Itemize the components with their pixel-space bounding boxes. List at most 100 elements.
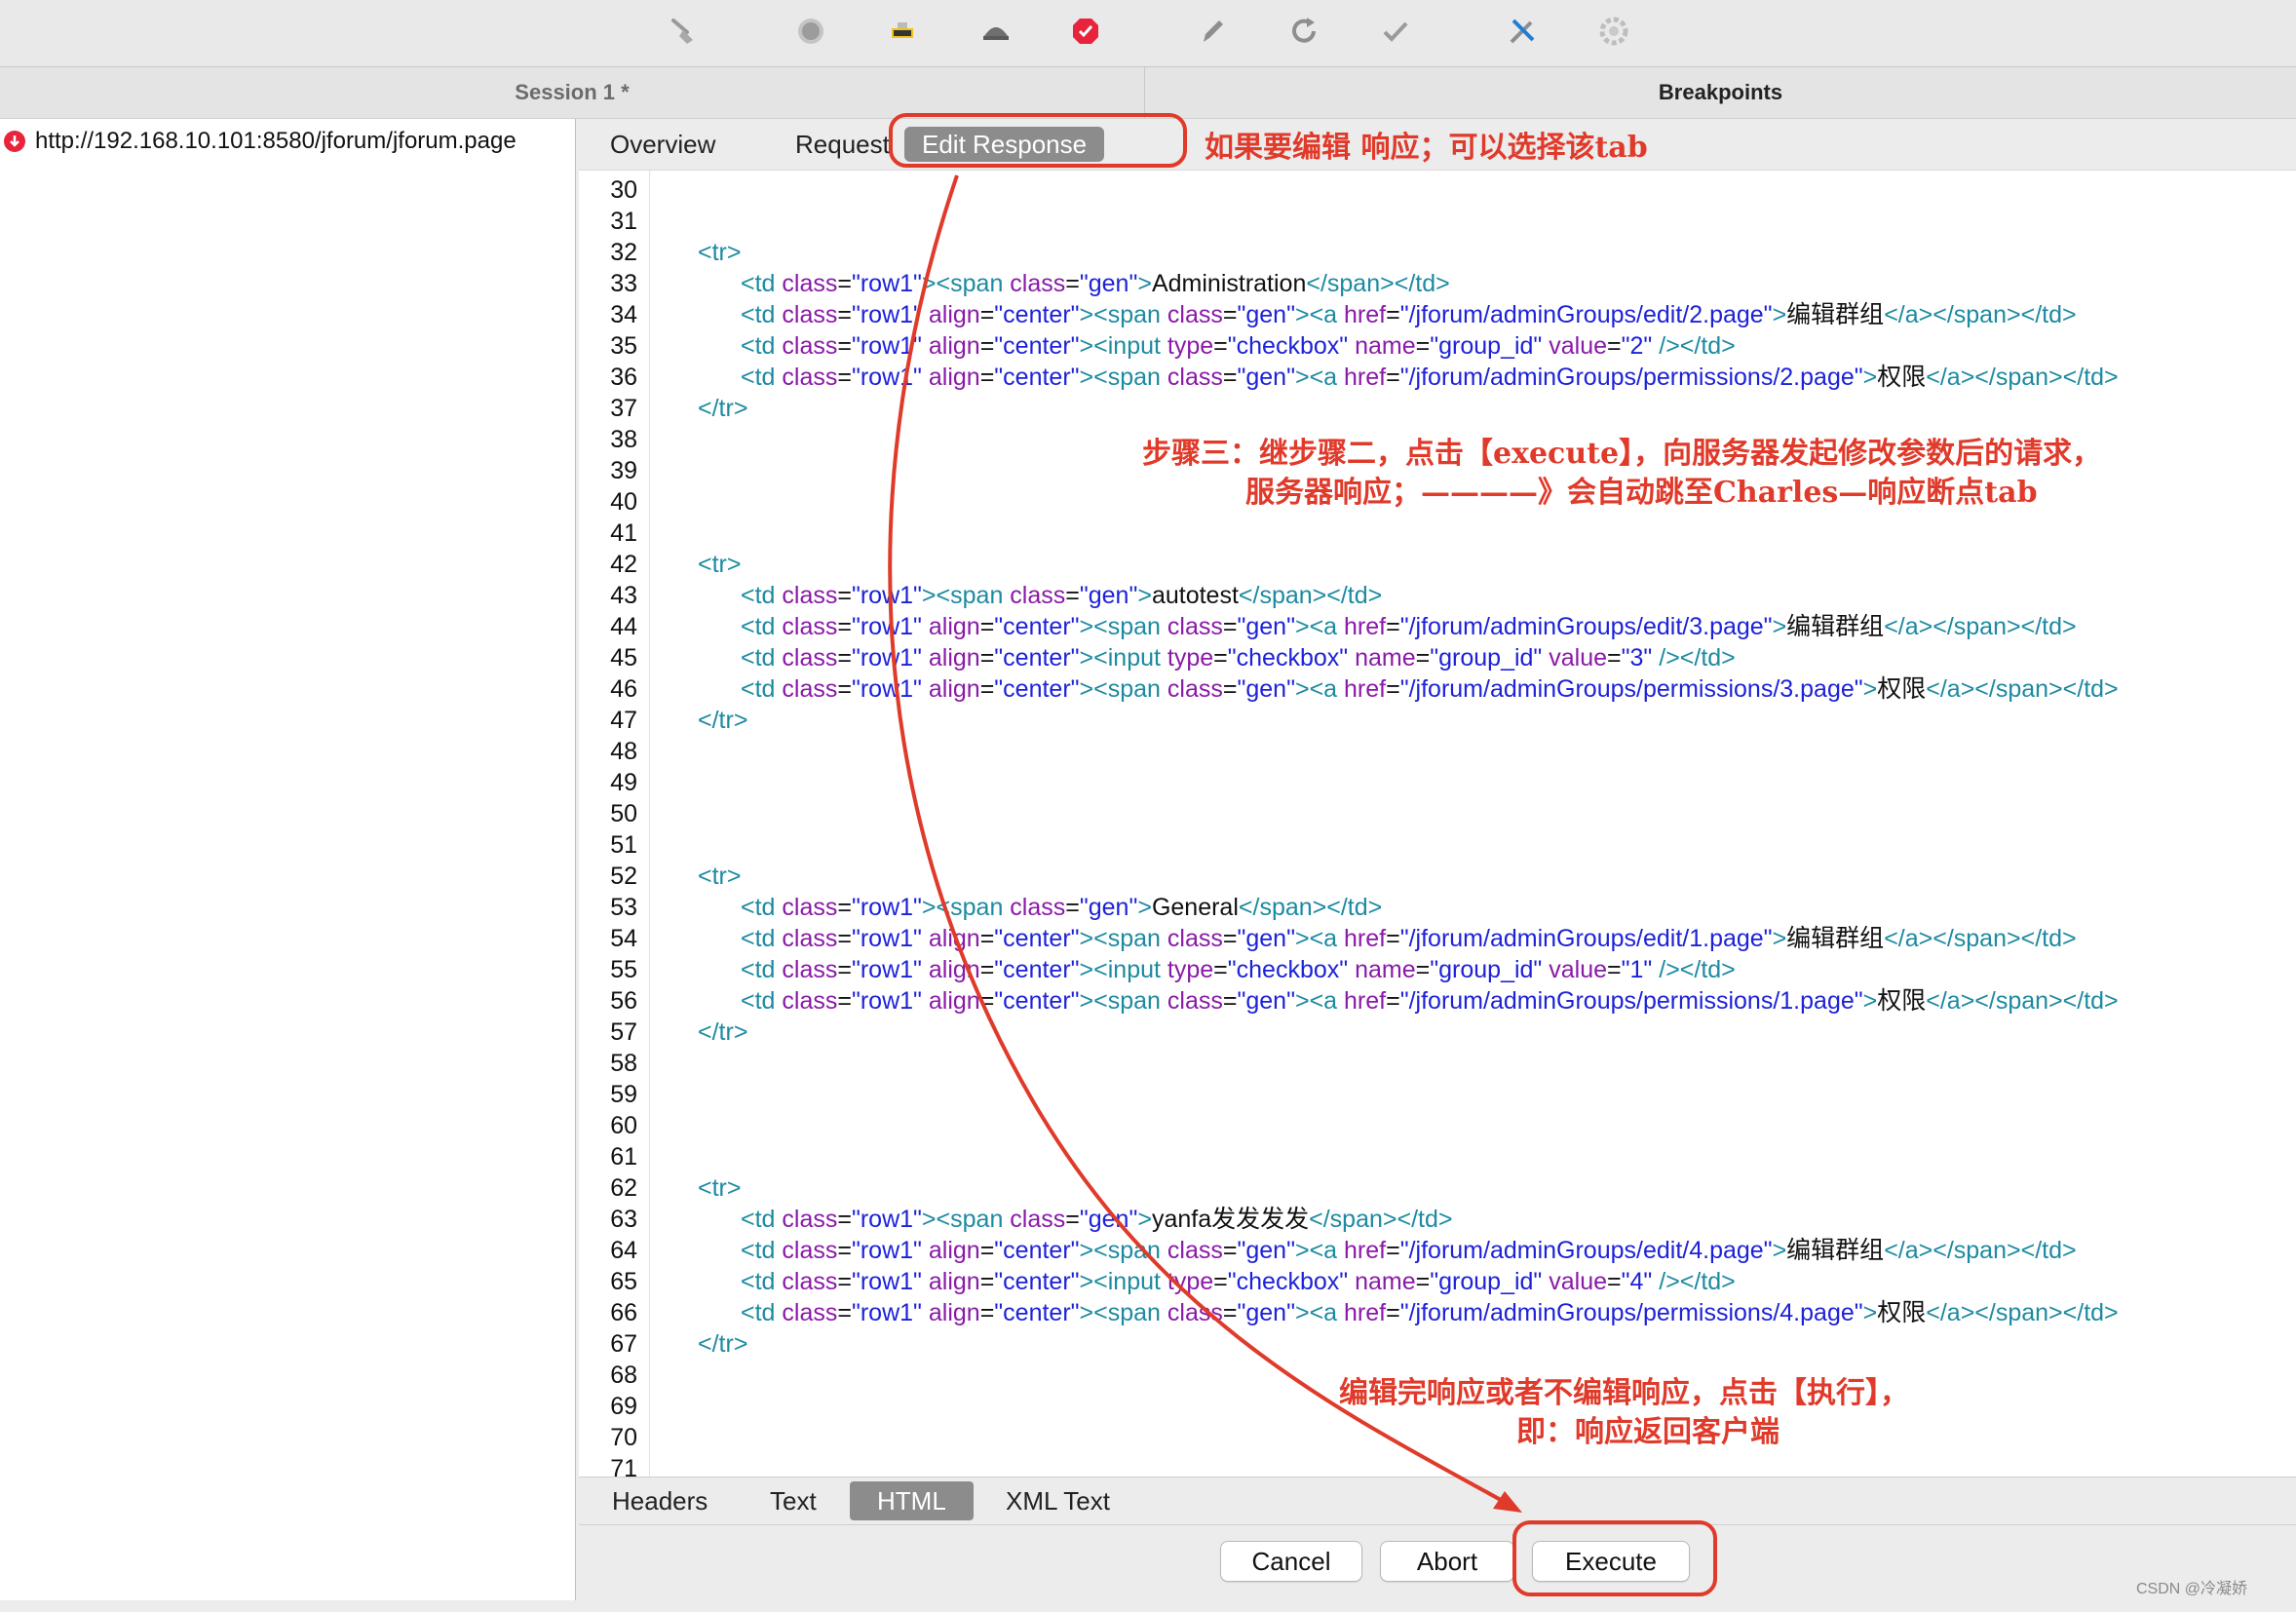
line-number: 58 (610, 1050, 637, 1077)
code-line: <td class="row1" align="center"><span cl… (741, 364, 2119, 391)
code-line: <td class="row1" align="center"><span cl… (741, 1237, 2077, 1264)
line-number: 34 (610, 301, 637, 328)
line-number: 70 (610, 1424, 637, 1451)
tab-headers[interactable]: Headers (585, 1481, 735, 1520)
line-number: 50 (610, 800, 637, 827)
code-line: </tr> (698, 1018, 748, 1046)
code-line: <td class="row1" align="center"><span cl… (741, 1299, 2119, 1326)
line-number: 33 (610, 270, 637, 297)
settings-gear-icon[interactable] (1596, 14, 1631, 49)
session-tab-title[interactable]: Session 1 * (0, 67, 1145, 118)
code-line: <td class="row1" align="center"><span cl… (741, 675, 2119, 703)
turtle-icon[interactable] (978, 14, 1014, 49)
line-number: 44 (610, 613, 637, 640)
action-buttons: Cancel Abort Execute (579, 1525, 2296, 1600)
line-number: 56 (610, 987, 637, 1015)
code-content[interactable]: <tr> <td class="row1"><span class="gen">A… (649, 171, 2296, 1477)
line-number: 61 (610, 1143, 637, 1171)
code-line: <td class="row1"><span class="gen">yanfa… (741, 1206, 1453, 1233)
line-number: 39 (610, 457, 637, 484)
line-number: 64 (610, 1237, 637, 1264)
throttle-icon[interactable] (885, 14, 920, 49)
line-number: 69 (610, 1393, 637, 1420)
code-line: <td class="row1"><span class="gen">autot… (741, 582, 1383, 609)
code-line: <td class="row1" align="center"><input t… (741, 332, 1736, 360)
tab-text[interactable]: Text (743, 1481, 844, 1520)
line-number: 66 (610, 1299, 637, 1326)
tab-html[interactable]: HTML (850, 1481, 974, 1520)
line-number: 32 (610, 239, 637, 266)
cancel-button[interactable]: Cancel (1220, 1541, 1362, 1582)
line-number: 55 (610, 956, 637, 983)
code-line: <td class="row1"><span class="gen">Admin… (741, 270, 1450, 297)
code-line: <tr> (698, 1174, 742, 1202)
tab-request[interactable]: Request (778, 127, 907, 162)
line-number: 38 (610, 426, 637, 453)
tools-icon[interactable] (1505, 14, 1540, 49)
broom-icon[interactable] (667, 14, 702, 49)
watermark: CSDN @冷凝娇 (2135, 1581, 2247, 1597)
code-line: <tr> (698, 239, 742, 266)
code-line: <td class="row1"><span class="gen">Gener… (741, 894, 1383, 921)
line-number: 48 (610, 738, 637, 765)
record-icon[interactable] (793, 14, 828, 49)
breakpoint-icon[interactable] (1068, 14, 1103, 49)
line-number: 46 (610, 675, 637, 703)
line-number: 62 (610, 1174, 637, 1202)
line-number: 67 (610, 1330, 637, 1358)
tab-overview[interactable]: Overview (593, 127, 733, 162)
line-number: 30 (610, 176, 637, 204)
session-request-row[interactable]: http://192.168.10.101:8580/jforum/jforum… (4, 125, 517, 158)
refresh-icon[interactable] (1286, 14, 1321, 49)
breakpoint-request-icon (4, 131, 25, 152)
tab-edit-response[interactable]: Edit Response (904, 127, 1105, 162)
line-number: 35 (610, 332, 637, 360)
execute-button[interactable]: Execute (1532, 1541, 1690, 1582)
code-line: <td class="row1" align="center"><span cl… (741, 925, 2077, 952)
code-line: </tr> (698, 707, 748, 734)
code-line: <td class="row1" align="center"><span cl… (741, 301, 2077, 328)
line-number: 43 (610, 582, 637, 609)
abort-button[interactable]: Abort (1380, 1541, 1514, 1582)
execute-annotation-line2: 即：响应返回客户端 (1516, 1415, 1779, 1449)
line-number: 40 (610, 488, 637, 516)
tab-hint-annotation: 如果要编辑 响应；可以选择该tab (1205, 131, 1648, 165)
execute-annotation-line1: 编辑完响应或者不编辑响应，点击【执行】， (1339, 1376, 1909, 1410)
line-number: 57 (610, 1018, 637, 1046)
code-line: <tr> (698, 863, 742, 890)
code-line: </tr> (698, 1330, 748, 1358)
toolbar (0, 0, 2296, 67)
panel-headers: Session 1 * Breakpoints (0, 67, 2296, 119)
step3-annotation-line1: 步骤三：继步骤二，点击【execute】，向服务器发起修改参数后的请求， (1142, 437, 2102, 471)
code-line: <td class="row1" align="center"><input t… (741, 956, 1736, 983)
line-number: 59 (610, 1081, 637, 1108)
line-number: 37 (610, 395, 637, 422)
line-number: 51 (610, 831, 637, 859)
line-number: 71 (610, 1455, 637, 1478)
breakpoints-tab-title[interactable]: Breakpoints (1145, 67, 2296, 118)
line-number: 53 (610, 894, 637, 921)
code-line: <td class="row1" align="center"><span cl… (741, 987, 2119, 1015)
line-number: 31 (610, 208, 637, 235)
line-number-gutter: 30 31 32 33 34 35 36 37 38 39 40 41 42 43 44 45 46 47 48 49… (579, 171, 650, 1477)
tab-xml-text[interactable]: XML Text (978, 1481, 1137, 1520)
line-number: 52 (610, 863, 637, 890)
line-number: 63 (610, 1206, 637, 1233)
code-editor[interactable]: 30 31 32 33 34 35 36 37 38 39 40 41 42 43 44 45 46 47 48 49… (579, 171, 2296, 1478)
code-line: <tr> (698, 551, 742, 578)
pen-icon[interactable] (1195, 14, 1230, 49)
line-number: 47 (610, 707, 637, 734)
step3-annotation-line2: 服务器响应；————》会自动跳至Charles—响应断点tab (1245, 476, 2038, 510)
line-number: 60 (610, 1112, 637, 1139)
line-number: 42 (610, 551, 637, 578)
code-line: <td class="row1" align="center"><input t… (741, 1268, 1736, 1295)
line-number: 54 (610, 925, 637, 952)
code-line: </tr> (698, 395, 748, 422)
view-tabs: Headers Text HTML XML Text (579, 1478, 2296, 1525)
code-line: <td class="row1" align="center"><input t… (741, 644, 1736, 672)
check-icon[interactable] (1378, 14, 1413, 49)
line-number: 36 (610, 364, 637, 391)
line-number: 49 (610, 769, 637, 796)
request-url: http://192.168.10.101:8580/jforum/jforum… (35, 128, 517, 154)
code-line: <td class="row1" align="center"><span cl… (741, 613, 2077, 640)
